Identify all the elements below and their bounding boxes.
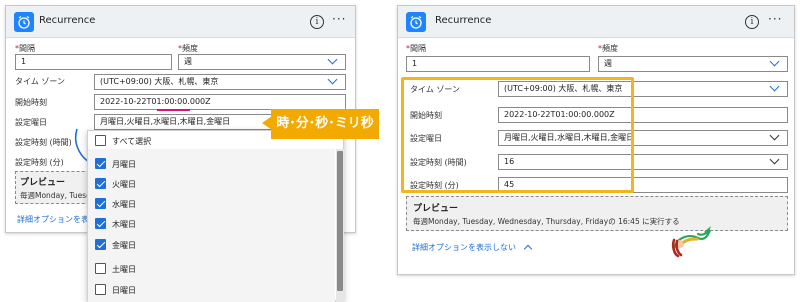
preview-text: 毎週Monday, Tuesday, Wednesday, Thursday, … [413,217,680,226]
weekdays-value: 月曜日,火曜日,水曜日,木曜日,金曜日 [100,117,231,126]
hours-label: 設定時刻 (時間) [15,138,72,147]
card-title: Recurrence [435,15,492,26]
preview-title: プレビュー [413,204,459,214]
card-title: Recurrence [39,15,96,26]
highlight-frame [401,77,634,193]
interval-input[interactable]: 1 [15,54,172,70]
list-item-label: 日曜日 [112,286,136,295]
checkbox[interactable] [95,284,106,295]
time-part-underline [157,109,190,111]
info-icon[interactable]: i [310,15,324,29]
list-item[interactable]: 土曜日 [88,260,343,280]
more-options-icon[interactable]: ··· [332,12,346,26]
list-item[interactable]: 火曜日 [88,175,343,195]
list-item-label: 木曜日 [112,220,136,229]
checkbox[interactable] [95,218,106,229]
list-item-label: 水曜日 [112,200,136,209]
interval-input[interactable]: 1 [406,56,590,72]
card-header[interactable]: Recurrence i ··· [398,6,794,38]
timezone-select[interactable]: (UTC+09:00) 大阪、札幌、東京 [94,74,346,90]
checkbox[interactable] [95,178,106,189]
alarm-clock-icon [406,12,426,32]
list-item[interactable]: 日曜日 [88,281,343,301]
alarm-clock-icon [14,12,34,32]
timezone-value: (UTC+09:00) 大阪、札幌、東京 [100,77,219,86]
advanced-options-link[interactable]: 詳細オプションを表示しない [412,242,532,254]
list-item-label: 月曜日 [112,160,136,169]
mermaid-illustration [671,226,712,258]
frequency-select[interactable]: 週 [598,56,788,72]
list-item-label: 土曜日 [112,265,136,274]
timezone-label: タイム ゾーン [15,77,65,86]
info-icon[interactable]: i [745,15,759,29]
chevron-up-icon [523,244,532,254]
checkbox[interactable] [95,158,106,169]
checkbox[interactable] [95,239,106,250]
frequency-value: 週 [604,59,612,68]
minutes-label: 設定時刻 (分) [15,158,64,167]
checkbox[interactable] [95,263,106,274]
weekdays-label: 設定曜日 [15,118,47,127]
interval-label: *間隔 [406,44,426,53]
list-item[interactable]: 月曜日 [88,155,343,175]
list-item[interactable]: 木曜日 [88,215,343,235]
list-item-label: 火曜日 [112,180,136,189]
frequency-label: *頻度 [178,44,198,53]
callout-label: 時･分･秒･ミリ秒 [271,109,379,139]
weekday-dropdown: すべて選択 月曜日 火曜日 水曜日 木曜日 金曜日 土曜日 日曜日 [87,130,344,302]
start-time-label: 開始時刻 [15,98,47,107]
frequency-label: *頻度 [598,44,618,53]
more-options-icon[interactable]: ··· [768,12,782,26]
frequency-select[interactable]: 週 [178,54,346,70]
card-header[interactable]: Recurrence i ··· [6,6,355,38]
frequency-value: 週 [184,57,192,66]
list-item[interactable]: 水曜日 [88,195,343,215]
interval-label: *間隔 [15,44,35,53]
preview-title: プレビュー [20,178,66,188]
select-all-checkbox[interactable] [95,135,106,146]
list-item[interactable]: 金曜日 [88,236,343,256]
list-item-label: 金曜日 [112,241,136,250]
select-all-label: すべて選択 [112,137,152,146]
checkbox[interactable] [95,198,106,209]
start-time-input[interactable]: 2022-10-22T01:00:00.000Z [94,94,346,110]
start-time-value: 2022-10-22T01:00:00.000Z [100,97,211,106]
